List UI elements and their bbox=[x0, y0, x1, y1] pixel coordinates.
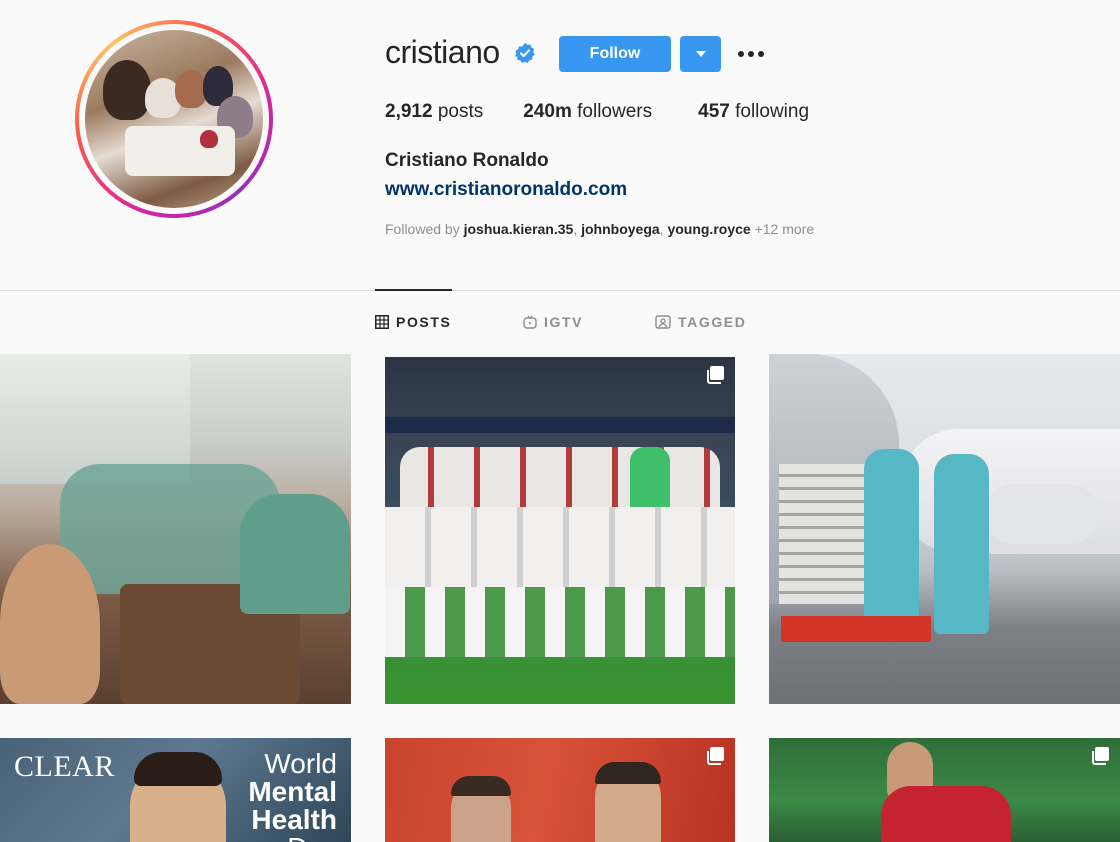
tab-posts[interactable]: POSTS bbox=[375, 314, 451, 330]
stat-value: 457 bbox=[698, 101, 730, 122]
photo-detail bbox=[984, 484, 1099, 544]
follower-username[interactable]: young.royce bbox=[667, 221, 750, 237]
campaign-line: Health bbox=[251, 804, 337, 835]
followed-by-prefix: Followed by bbox=[385, 221, 460, 237]
photo-detail bbox=[451, 776, 511, 796]
tab-igtv[interactable]: IGTV bbox=[523, 314, 583, 330]
stat-label: posts bbox=[437, 101, 484, 122]
profile-avatar[interactable] bbox=[75, 20, 273, 218]
follower-username[interactable]: johnboyega bbox=[581, 221, 660, 237]
follow-button[interactable]: Follow bbox=[559, 36, 671, 72]
multiple-posts-icon bbox=[1092, 747, 1109, 765]
photo-detail bbox=[385, 587, 735, 657]
photo-detail bbox=[385, 417, 735, 433]
dot-icon bbox=[738, 51, 744, 57]
photo-detail bbox=[385, 507, 735, 587]
profile-stats: 2,912 posts 240m followers 457 following bbox=[385, 101, 849, 123]
active-tab-indicator bbox=[375, 289, 452, 291]
photo-detail bbox=[934, 454, 989, 634]
posts-count: 2,912 posts bbox=[385, 101, 483, 123]
campaign-line: Mental bbox=[248, 776, 337, 807]
verified-badge-icon bbox=[514, 42, 535, 63]
multiple-posts-icon bbox=[707, 366, 724, 384]
multiple-posts-icon bbox=[707, 747, 724, 765]
followed-by-more[interactable]: +12 more bbox=[755, 221, 815, 237]
clear-brand-logo: CLEAR bbox=[14, 750, 115, 783]
tab-label: TAGGED bbox=[678, 314, 747, 330]
avatar-image bbox=[85, 30, 263, 208]
tabs-divider bbox=[0, 290, 1120, 291]
photo-detail bbox=[240, 494, 350, 614]
tab-label: IGTV bbox=[544, 314, 584, 330]
igtv-icon bbox=[523, 315, 537, 329]
photo-detail bbox=[595, 762, 661, 784]
stat-label: following bbox=[735, 101, 810, 122]
avatar-gap bbox=[79, 24, 269, 214]
stat-label: followers bbox=[577, 101, 653, 122]
stat-value: 240m bbox=[523, 101, 572, 122]
post-tile[interactable] bbox=[385, 738, 735, 842]
post-tile[interactable] bbox=[769, 354, 1120, 704]
tagged-icon bbox=[655, 315, 671, 329]
grid-icon bbox=[375, 315, 389, 329]
followers-count[interactable]: 240m followers bbox=[523, 101, 652, 123]
campaign-line: World bbox=[264, 748, 337, 779]
post-tile[interactable]: CLEAR World Mental Health Day bbox=[0, 738, 351, 842]
followed-by-text[interactable]: Followed by joshua.kieran.35, johnboyega… bbox=[385, 221, 814, 237]
profile-website-link[interactable]: www.cristianoronaldo.com bbox=[385, 179, 627, 201]
campaign-line: Day bbox=[248, 834, 337, 842]
photo-detail bbox=[134, 752, 222, 786]
chevron-down-icon bbox=[696, 51, 706, 57]
post-tile[interactable] bbox=[0, 354, 351, 704]
photo-detail bbox=[781, 616, 931, 642]
post-tile[interactable] bbox=[385, 357, 735, 704]
profile-username: cristiano bbox=[385, 34, 500, 70]
post-tile[interactable] bbox=[769, 738, 1120, 842]
tab-label: POSTS bbox=[396, 314, 452, 330]
campaign-text: World Mental Health Day bbox=[248, 750, 337, 842]
dot-icon bbox=[748, 51, 754, 57]
photo-detail bbox=[864, 449, 919, 639]
photo-detail bbox=[881, 786, 1011, 842]
tab-tagged[interactable]: TAGGED bbox=[655, 314, 746, 330]
dot-icon bbox=[758, 51, 764, 57]
more-options-button[interactable] bbox=[735, 42, 767, 66]
suggested-accounts-button[interactable] bbox=[680, 36, 721, 72]
profile-full-name: Cristiano Ronaldo bbox=[385, 150, 549, 171]
photo-detail bbox=[0, 544, 100, 704]
stat-value: 2,912 bbox=[385, 101, 433, 122]
following-count[interactable]: 457 following bbox=[698, 101, 809, 123]
follower-username[interactable]: joshua.kieran.35 bbox=[464, 221, 574, 237]
